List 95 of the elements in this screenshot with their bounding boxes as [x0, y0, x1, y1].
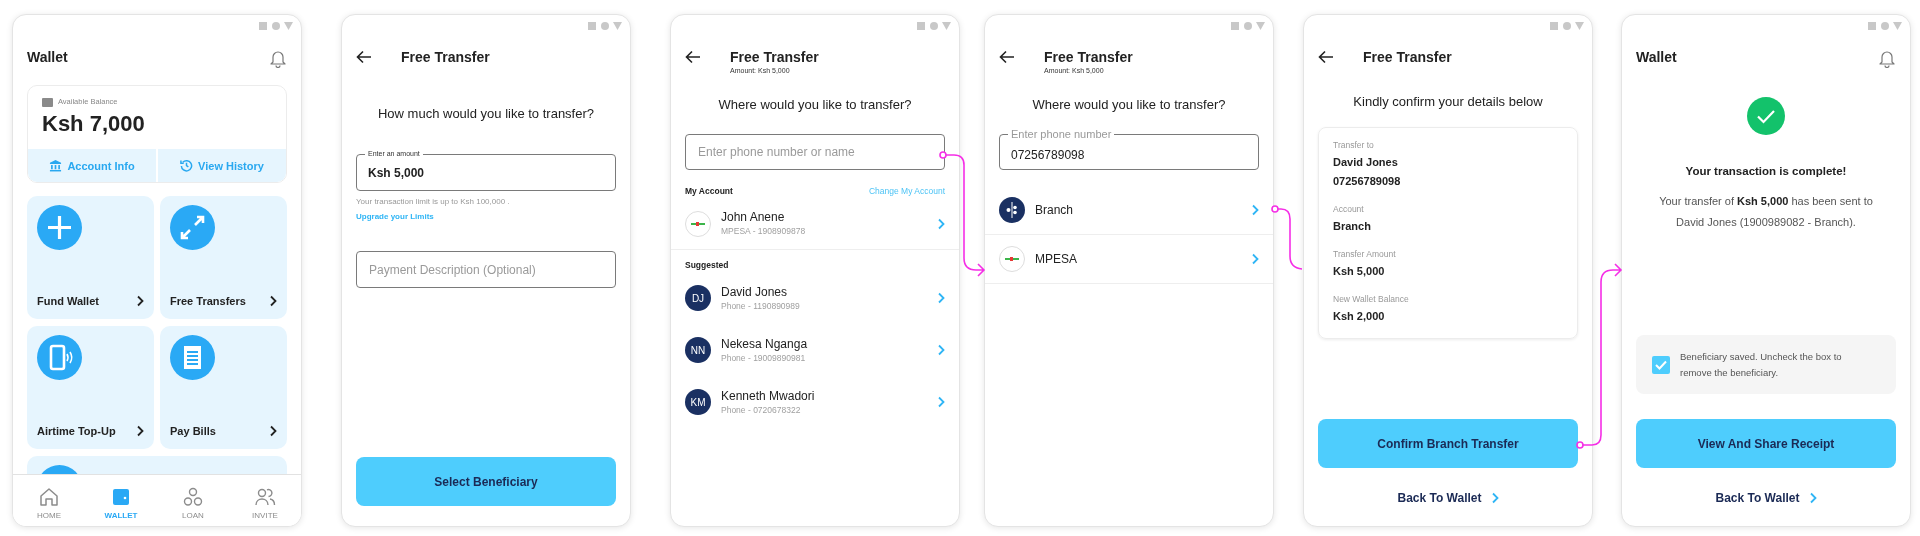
- contact-detail: Phone - 19009890981: [721, 351, 807, 364]
- detail-label: Account: [1333, 203, 1365, 215]
- success-message: Your transfer of Ksh 5,000 has been sent to David Jones (1900989082 - Branch).: [1658, 194, 1874, 230]
- nav-tab[interactable]: INVITE: [229, 475, 301, 526]
- screen-title: Wallet: [27, 48, 68, 66]
- primary-button[interactable]: View And Share Receipt: [1636, 419, 1896, 468]
- detail-value: Ksh 2,000: [1333, 309, 1386, 324]
- back-arrow-icon[interactable]: [685, 50, 701, 64]
- nav-tab[interactable]: LOAN: [157, 475, 229, 526]
- detail-label: New Wallet Balance: [1333, 293, 1410, 305]
- chevron-icon: [136, 425, 144, 437]
- primary-button[interactable]: Confirm Branch Transfer: [1318, 419, 1578, 468]
- checkbox[interactable]: [1652, 355, 1670, 374]
- status-bar-drawing: [259, 21, 293, 31]
- detail-value: Ksh 5,000: [1333, 264, 1386, 279]
- people-icon: [254, 486, 276, 508]
- screen-title: Wallet: [1636, 48, 1677, 66]
- primary-button[interactable]: Select Beneficiary: [356, 457, 616, 506]
- chevron-icon: [1251, 204, 1259, 216]
- menu-tile[interactable]: Airtime Top-Up: [27, 326, 154, 449]
- account-name[interactable]: MPESA: [1035, 251, 1077, 267]
- plus-icon: [37, 205, 82, 250]
- account-name[interactable]: Branch: [1035, 202, 1074, 218]
- search-field[interactable]: Enter phone number or name: [685, 134, 945, 170]
- chevron-icon: [269, 425, 277, 437]
- detail-label: Transfer Amount: [1333, 248, 1397, 260]
- logo-icon: [999, 197, 1025, 223]
- success-heading: Your transaction is complete!: [1684, 164, 1848, 179]
- prompt-text: Kindly confirm your details below: [1352, 94, 1544, 110]
- balance-amount: Ksh 7,000: [42, 110, 146, 138]
- nav-tab[interactable]: HOME: [13, 475, 85, 526]
- description-field[interactable]: Payment Description (Optional): [356, 251, 616, 288]
- screen-title: Free Transfer: [401, 48, 490, 66]
- prompt-text: Where would you like to transfer?: [717, 97, 913, 113]
- chevron-icon: [1808, 492, 1817, 504]
- back-arrow-icon[interactable]: [1318, 50, 1334, 64]
- chevron-icon: [937, 292, 945, 304]
- limit-note: Your transaction limit is up to Ksh 100,000 .: [356, 196, 511, 208]
- prompt-text: Where would you like to transfer?: [1031, 97, 1227, 113]
- receipt-icon: [170, 335, 215, 380]
- detail-value: 07256789098: [1333, 174, 1402, 189]
- chevron-icon: [1490, 492, 1499, 504]
- chevron-icon: [1251, 253, 1259, 265]
- contact-avatar: KM: [685, 389, 711, 415]
- screen-title: Free Transfer: [1044, 48, 1133, 66]
- chevron-icon: [937, 217, 945, 230]
- back-to-wallet-link[interactable]: Back To Wallet: [1397, 489, 1499, 507]
- bell-icon[interactable]: [1878, 48, 1896, 68]
- contact-avatar: NN: [685, 337, 711, 363]
- status-bar-drawing: [1550, 21, 1584, 31]
- logo-icon: [685, 210, 711, 237]
- phone-number-field[interactable]: Enter phone number 07256789098: [999, 126, 1259, 170]
- check-circle-icon: [1747, 97, 1785, 135]
- contact-detail: MPESA - 1908909878: [721, 225, 806, 237]
- detail-value: David Jones: [1333, 155, 1399, 170]
- history-icon: [180, 159, 194, 172]
- partial-tile[interactable]: [27, 456, 287, 474]
- contact-avatar: DJ: [685, 285, 711, 311]
- detail-value: Branch: [1333, 219, 1372, 234]
- bank-icon: [49, 159, 63, 172]
- menu-tile[interactable]: Free Transfers: [160, 196, 287, 319]
- status-bar-drawing: [588, 21, 622, 31]
- expand-arrows-icon: [170, 205, 215, 250]
- logo-icon: [999, 246, 1025, 272]
- contact-name[interactable]: Nekesa Nganga: [721, 336, 808, 352]
- detail-label: Transfer to: [1333, 139, 1375, 151]
- status-bar-drawing: [1231, 21, 1265, 31]
- back-arrow-icon[interactable]: [999, 50, 1015, 64]
- prompt-text: How much would you like to transfer?: [376, 106, 595, 122]
- bell-icon[interactable]: [269, 48, 287, 68]
- wallet-icon: [42, 97, 53, 107]
- contact-detail: Phone - 0720678322: [721, 403, 802, 416]
- screen-title: Free Transfer: [730, 48, 819, 66]
- status-bar-drawing: [917, 21, 951, 31]
- section-heading: Suggested: [685, 259, 729, 272]
- status-bar-drawing: [1868, 21, 1902, 31]
- chevron-icon: [136, 295, 144, 307]
- contact-detail: Phone - 1190890989: [721, 299, 800, 312]
- screen-title: Free Transfer: [1363, 48, 1452, 66]
- chevron-icon: [937, 344, 945, 356]
- beneficiary-note: Beneficiary saved. Uncheck the box to remove the beneficiary.: [1680, 349, 1843, 380]
- menu-tile[interactable]: Pay Bills: [160, 326, 287, 449]
- three-circles-icon: [182, 486, 204, 508]
- wallet-icon: [110, 486, 132, 508]
- chevron-icon: [937, 396, 945, 408]
- home-icon: [38, 486, 60, 508]
- back-to-wallet-link[interactable]: Back To Wallet: [1715, 489, 1817, 507]
- chevron-icon: [269, 295, 277, 307]
- menu-tile[interactable]: Fund Wallet: [27, 196, 154, 319]
- section-heading: My Account: [685, 185, 733, 198]
- contact-name[interactable]: Kenneth Mwadori: [721, 388, 815, 404]
- back-arrow-icon[interactable]: [356, 50, 372, 64]
- phone-icon: [37, 335, 82, 380]
- contact-name[interactable]: David Jones: [721, 284, 800, 300]
- contact-name[interactable]: John Anene: [721, 210, 806, 225]
